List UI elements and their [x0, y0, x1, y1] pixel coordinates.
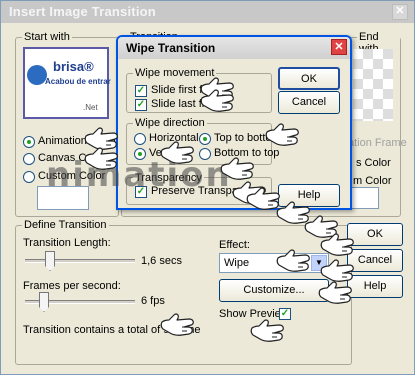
logo-text: brisa® [53, 59, 94, 74]
transition-length-label: Transition Length: [23, 237, 111, 249]
wipe-dialog-title: Wipe Transition [126, 41, 216, 55]
effect-select[interactable]: Wipe ▼ [219, 253, 329, 273]
end-custom-color-swatch[interactable] [349, 187, 379, 209]
watermark-text: nimation [46, 155, 232, 195]
start-animation-frame-radio[interactable] [23, 136, 35, 148]
customize-button[interactable]: Customize... [219, 279, 329, 302]
help-button[interactable]: Help [347, 275, 403, 298]
wipe-close-icon[interactable]: ✕ [331, 39, 347, 55]
start-with-legend: Start with [22, 31, 72, 43]
ok-button[interactable]: OK [347, 223, 403, 246]
start-custom-color-radio[interactable] [23, 171, 35, 183]
pointer-hand-icon [220, 156, 254, 182]
effect-label: Effect: [219, 239, 250, 251]
dialog-title: Insert Image Transition [9, 4, 156, 19]
pointer-hand-icon [265, 122, 299, 148]
pointer-hand-icon [318, 280, 352, 306]
fps-slider-thumb[interactable] [39, 292, 49, 312]
end-frame-preview [353, 49, 393, 121]
effect-select-value: Wipe [224, 257, 250, 269]
start-frame-preview: brisa® Acabou de entrar .Net [23, 47, 111, 119]
ok-button-label: OK [367, 228, 383, 240]
pointer-hand-icon [160, 312, 194, 338]
length-slider-thumb[interactable] [45, 251, 55, 271]
wipe-cancel-button[interactable]: Cancel [278, 91, 340, 114]
cancel-button[interactable]: Cancel [347, 249, 403, 272]
end-animation-frame-label: ation Frame [348, 137, 407, 149]
customize-button-label: Customize... [243, 284, 305, 296]
pointer-hand-icon [160, 140, 194, 166]
transition-length-slider[interactable] [25, 251, 135, 275]
start-canvas-color-radio[interactable] [23, 153, 35, 165]
end-canvas-color-label: s Color [356, 157, 391, 169]
help-button-label: Help [363, 280, 387, 292]
logo-net: .Net [83, 103, 98, 112]
title-bar: Insert Image Transition ✕ [1, 1, 414, 23]
wipe-title-bar: Wipe Transition ✕ [118, 37, 350, 59]
wipe-direction-legend: Wipe direction [133, 117, 207, 129]
cancel-button-label: Cancel [357, 254, 393, 266]
fps-slider[interactable] [25, 292, 135, 316]
pointer-hand-icon [320, 232, 354, 258]
slide-last-frame-checkbox[interactable]: ✓ [135, 99, 147, 111]
logo-subtitle: Acabou de entrar [45, 77, 111, 86]
end-custom-color-label: m Color [353, 175, 392, 187]
transition-length-value: 1,6 secs [141, 255, 182, 267]
pointer-hand-icon [250, 318, 284, 344]
pointer-hand-icon [276, 248, 310, 274]
length-slider-track [25, 259, 135, 263]
define-transition-legend: Define Transition [22, 219, 109, 231]
pointer-hand-icon [246, 186, 280, 212]
wipe-ok-button-label: OK [301, 73, 317, 85]
wipe-ok-button[interactable]: OK [278, 67, 340, 90]
close-icon[interactable]: ✕ [392, 4, 408, 20]
pointer-hand-icon [84, 146, 118, 172]
pointer-hand-icon [200, 88, 234, 114]
slide-first-frame-checkbox[interactable]: ✓ [135, 85, 147, 97]
wipe-cancel-button-label: Cancel [291, 96, 327, 108]
fps-value: 6 fps [141, 295, 165, 307]
brisa-logo [27, 65, 47, 85]
frames-per-second-label: Frames per second: [23, 280, 121, 292]
horizontal-radio[interactable] [134, 133, 146, 145]
top-to-bottom-radio[interactable] [199, 133, 211, 145]
